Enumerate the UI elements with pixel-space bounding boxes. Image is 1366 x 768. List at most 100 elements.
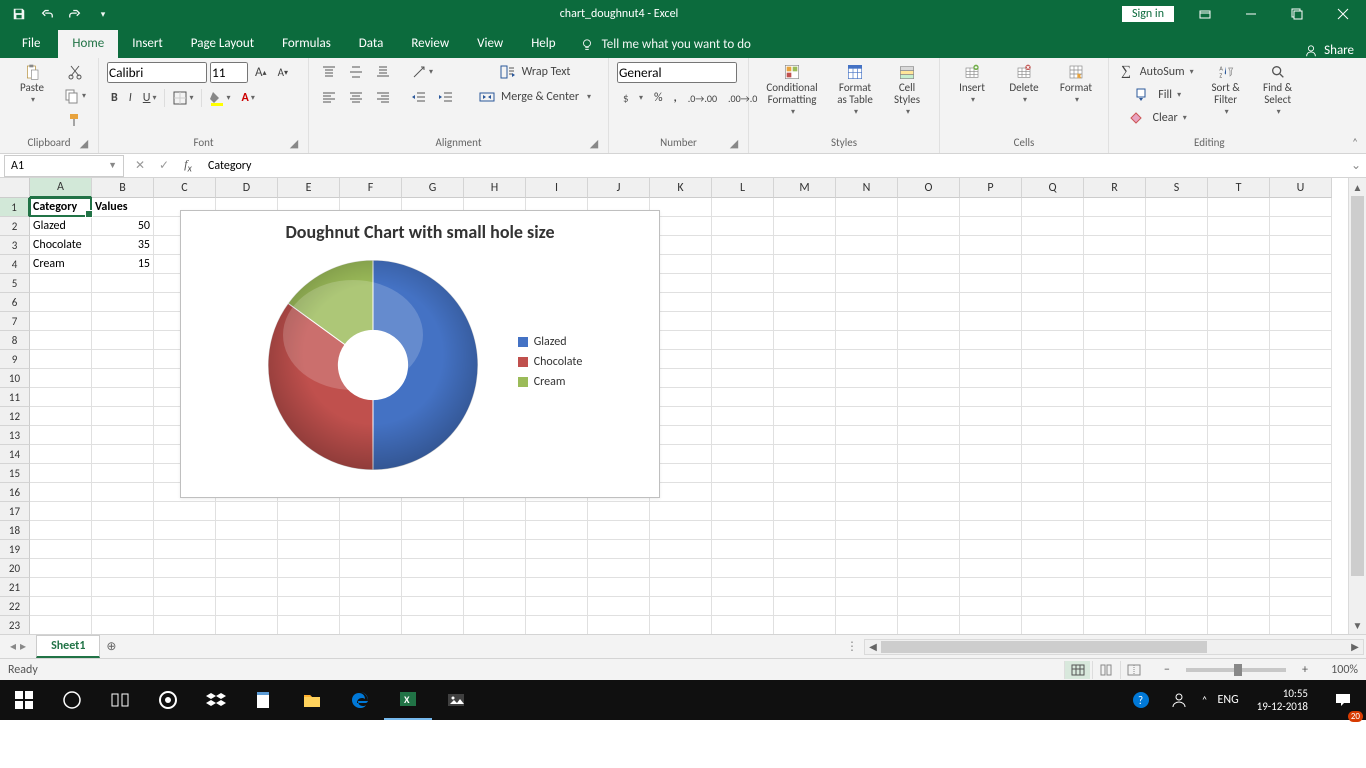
cell[interactable] (216, 502, 278, 521)
delete-cells-button[interactable]: Delete▾ (1000, 62, 1048, 107)
wrap-text-button[interactable]: Wrap Text (475, 62, 595, 82)
tab-data[interactable]: Data (345, 30, 398, 58)
cell[interactable] (526, 559, 588, 578)
cell[interactable] (960, 540, 1022, 559)
align-center-button[interactable] (344, 87, 368, 107)
cell[interactable] (92, 331, 154, 350)
row-header[interactable]: 14 (0, 445, 30, 464)
cell[interactable] (464, 597, 526, 616)
bold-button[interactable]: B (107, 88, 122, 108)
cell[interactable] (712, 559, 774, 578)
cell[interactable] (650, 559, 712, 578)
cell[interactable] (898, 521, 960, 540)
cell[interactable] (1022, 483, 1084, 502)
column-header[interactable]: D (216, 178, 278, 198)
cell[interactable] (960, 217, 1022, 236)
cell[interactable] (1270, 521, 1332, 540)
cell[interactable] (1146, 369, 1208, 388)
cell[interactable] (1208, 464, 1270, 483)
column-header[interactable]: B (92, 178, 154, 198)
cell[interactable] (1084, 540, 1146, 559)
cell[interactable] (1270, 274, 1332, 293)
cell[interactable] (774, 217, 836, 236)
cell[interactable] (526, 616, 588, 634)
cell[interactable] (402, 502, 464, 521)
row-headers[interactable]: 1234567891011121314151617181920212223 (0, 198, 30, 634)
cell[interactable] (1084, 521, 1146, 540)
orientation-button[interactable]: ▾ (407, 62, 437, 82)
cell[interactable] (402, 540, 464, 559)
get-help-button[interactable]: ? (1126, 680, 1156, 720)
cell[interactable] (712, 597, 774, 616)
cell[interactable] (712, 616, 774, 634)
autosum-button[interactable]: ∑ AutoSum▾ (1117, 62, 1198, 82)
cell[interactable] (278, 597, 340, 616)
cell[interactable] (1146, 483, 1208, 502)
taskbar-file-explorer[interactable] (288, 680, 336, 720)
cell[interactable] (402, 559, 464, 578)
cell[interactable] (1022, 521, 1084, 540)
cell[interactable] (278, 616, 340, 634)
cell[interactable] (588, 540, 650, 559)
cell[interactable] (278, 578, 340, 597)
cell[interactable] (774, 293, 836, 312)
row-header[interactable]: 10 (0, 369, 30, 388)
column-header[interactable]: T (1208, 178, 1270, 198)
cell[interactable] (30, 369, 92, 388)
cell[interactable] (774, 502, 836, 521)
cell[interactable] (1022, 559, 1084, 578)
cell[interactable] (30, 578, 92, 597)
cell[interactable] (836, 445, 898, 464)
cell[interactable] (1084, 502, 1146, 521)
cancel-formula-button[interactable]: ✕ (128, 155, 152, 177)
tab-insert[interactable]: Insert (118, 30, 177, 58)
name-box[interactable]: A1▼ (4, 155, 124, 177)
cell[interactable] (1022, 274, 1084, 293)
formula-input[interactable]: Category (200, 155, 1346, 177)
cell[interactable] (92, 616, 154, 634)
ribbon-display-button[interactable] (1182, 0, 1228, 28)
column-header[interactable]: N (836, 178, 898, 198)
cell[interactable] (1084, 483, 1146, 502)
cell[interactable] (1208, 350, 1270, 369)
cell[interactable] (1084, 445, 1146, 464)
cell[interactable]: Values (92, 198, 154, 217)
insert-cells-button[interactable]: Insert▾ (948, 62, 996, 107)
cell[interactable] (1084, 464, 1146, 483)
cell[interactable] (154, 559, 216, 578)
cell[interactable] (774, 236, 836, 255)
cell[interactable] (92, 274, 154, 293)
cell[interactable] (774, 578, 836, 597)
cell[interactable] (836, 198, 898, 217)
scroll-down-button[interactable]: ▼ (1349, 616, 1366, 634)
number-dialog-launcher[interactable]: ◢ (728, 137, 740, 149)
cell[interactable] (1146, 350, 1208, 369)
cell[interactable] (30, 312, 92, 331)
cell[interactable] (1084, 293, 1146, 312)
cell[interactable] (774, 312, 836, 331)
cell[interactable] (836, 502, 898, 521)
cell[interactable] (1084, 407, 1146, 426)
cell[interactable] (960, 616, 1022, 634)
cell[interactable] (960, 521, 1022, 540)
align-left-button[interactable] (317, 87, 341, 107)
cell[interactable] (464, 559, 526, 578)
cell[interactable] (960, 483, 1022, 502)
cell[interactable] (154, 521, 216, 540)
cell[interactable] (774, 198, 836, 217)
cell[interactable] (898, 312, 960, 331)
cell[interactable] (712, 407, 774, 426)
cell[interactable] (1146, 464, 1208, 483)
select-all-corner[interactable] (0, 178, 30, 198)
column-header[interactable]: G (402, 178, 464, 198)
tab-review[interactable]: Review (397, 30, 463, 58)
close-button[interactable] (1320, 0, 1366, 28)
cell[interactable] (898, 236, 960, 255)
column-header[interactable]: F (340, 178, 402, 198)
clear-button[interactable]: Clear▾ (1117, 108, 1198, 128)
cell[interactable] (1208, 217, 1270, 236)
column-header[interactable]: M (774, 178, 836, 198)
column-header[interactable]: S (1146, 178, 1208, 198)
cell[interactable]: Chocolate (30, 236, 92, 255)
cell[interactable] (216, 540, 278, 559)
